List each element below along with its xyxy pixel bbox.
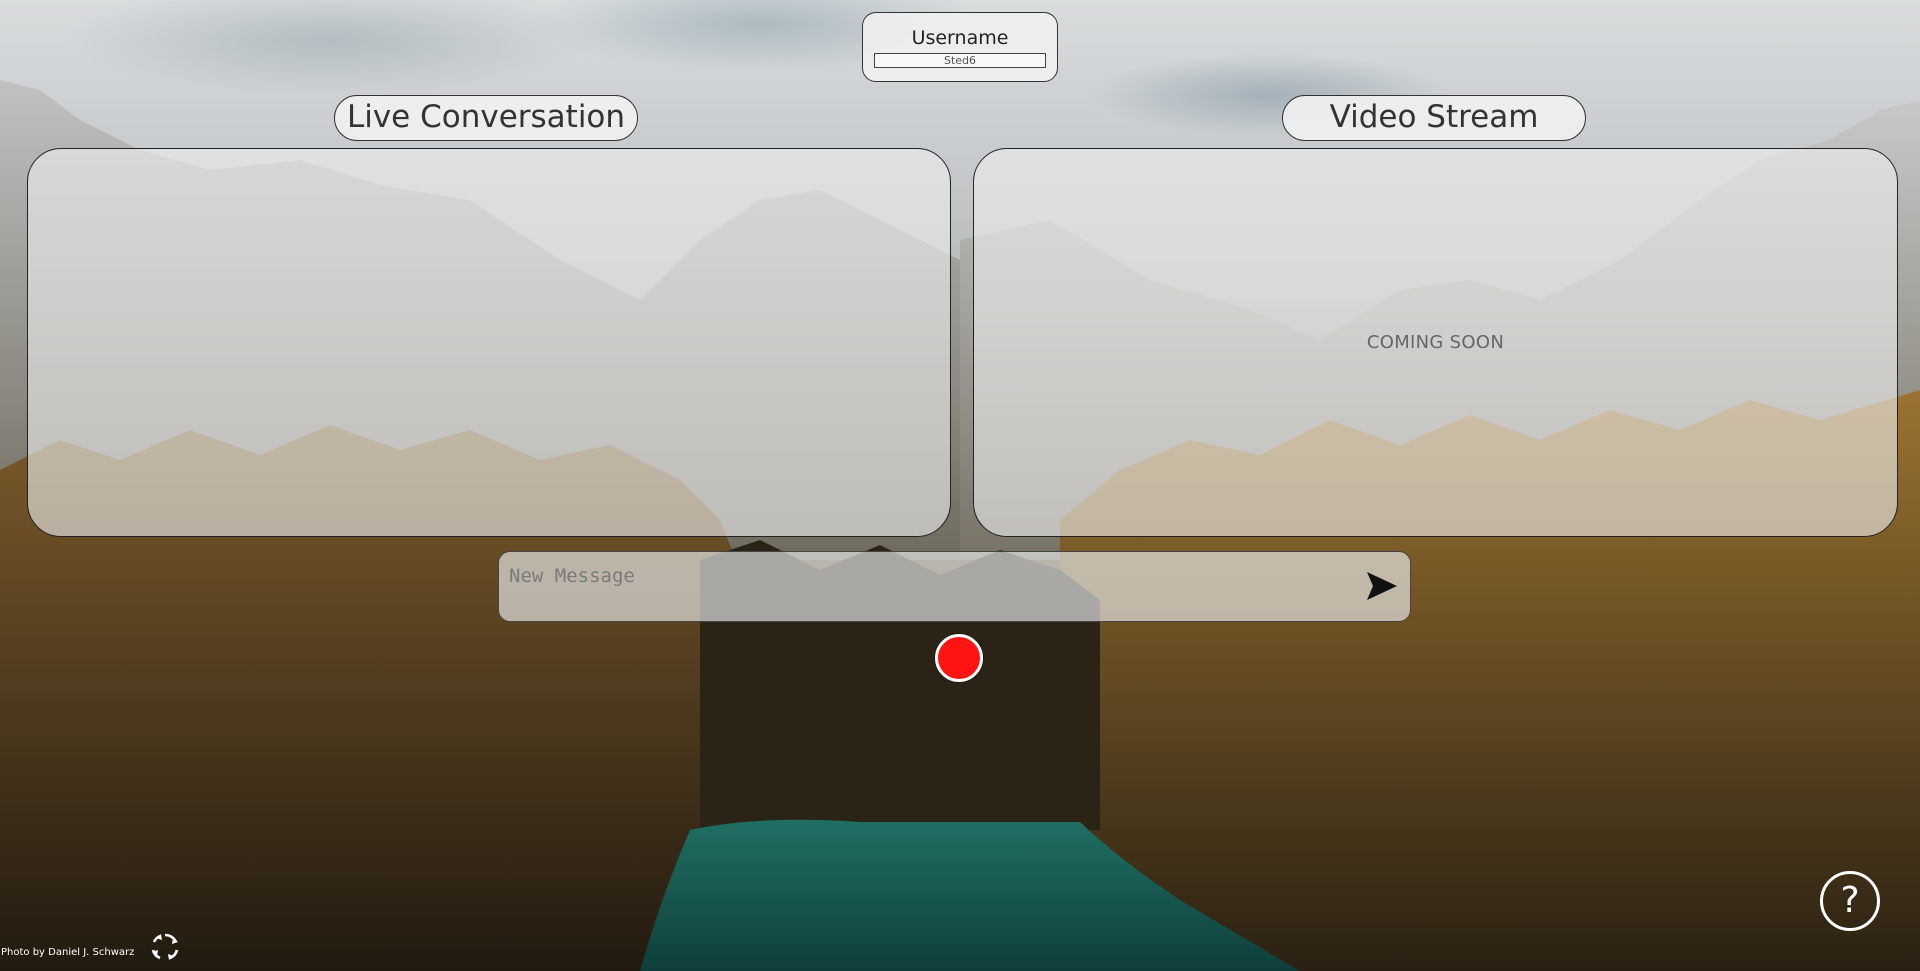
video-stream-panel: COMING SOON <box>973 148 1898 537</box>
video-stream-header: Video Stream <box>1282 95 1586 141</box>
live-conversation-panel[interactable] <box>27 148 951 537</box>
record-button[interactable] <box>935 634 983 682</box>
refresh-icon[interactable] <box>148 930 182 964</box>
send-icon[interactable] <box>1364 568 1400 604</box>
help-button[interactable]: ? <box>1820 871 1880 931</box>
app-root: Username Live Conversation Video Stream … <box>0 0 1920 971</box>
username-label: Username <box>911 27 1009 49</box>
username-input[interactable] <box>874 53 1046 68</box>
photo-credit: Photo by Daniel J. Schwarz <box>1 947 135 958</box>
message-input[interactable] <box>509 562 1329 590</box>
coming-soon-label: COMING SOON <box>1366 332 1505 353</box>
live-conversation-header: Live Conversation <box>334 95 638 141</box>
message-bar <box>498 551 1411 622</box>
username-card: Username <box>862 12 1058 82</box>
